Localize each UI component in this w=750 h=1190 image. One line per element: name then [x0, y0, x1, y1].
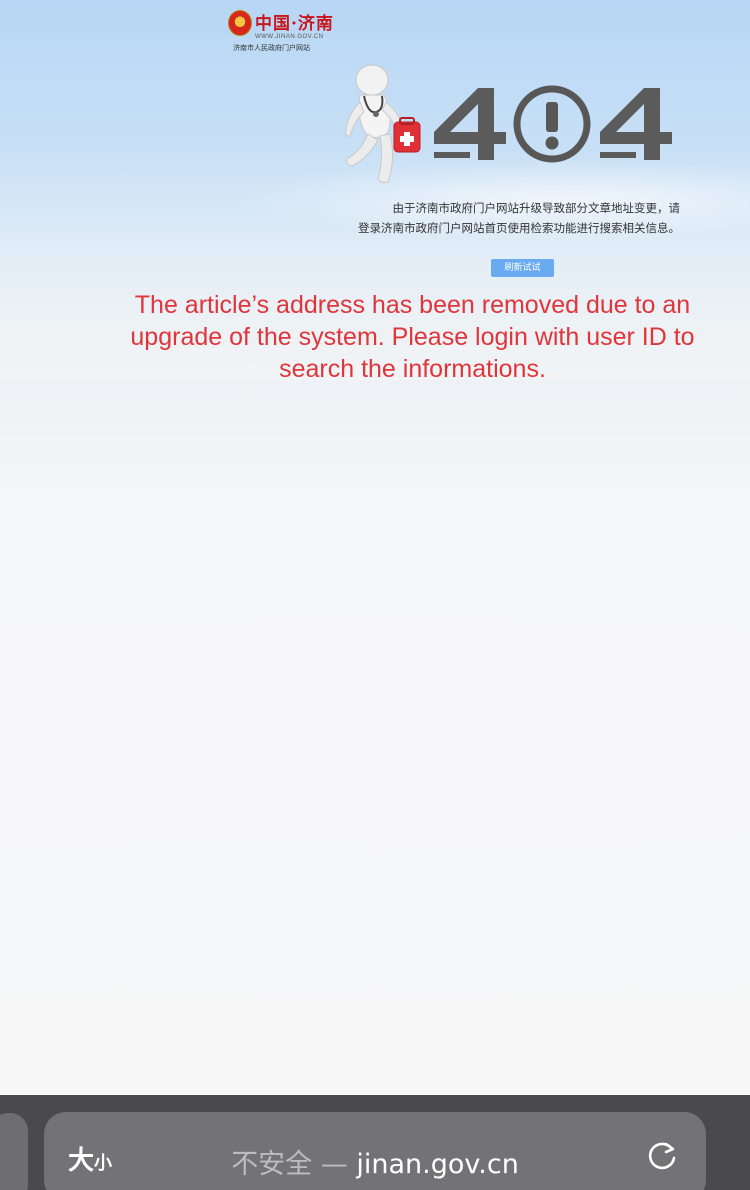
- browser-toolbar: 大小 不安全 — jinan.gov.cn: [0, 1095, 750, 1190]
- logo-url: WWW.JINAN.GOV.CN: [255, 34, 324, 40]
- retry-button[interactable]: 刷新试试: [491, 259, 554, 277]
- chinese-message-line-2: 登录济南市政府门户网站首页使用检索功能进行搜索相关信息。: [358, 221, 680, 235]
- chinese-error-message: 由于济南市政府门户网站升级导致部分文章地址变更，请 登录济南市政府门户网站首页使…: [330, 198, 680, 238]
- address-text[interactable]: 不安全 — jinan.gov.cn: [44, 1142, 706, 1181]
- page-blank-area: [0, 380, 750, 1095]
- adjacent-tab-peek[interactable]: [0, 1113, 28, 1190]
- site-logo[interactable]: 中国·济南 WWW.JINAN.GOV.CN 济南市人民政府门户网站: [228, 8, 338, 52]
- error-404-graphic: [434, 85, 672, 163]
- not-secure-label: 不安全 —: [231, 1149, 348, 1180]
- domain-label: jinan.gov.cn: [356, 1149, 519, 1180]
- logo-subtitle: 济南市人民政府门户网站: [233, 44, 310, 52]
- logo-title: 中国·济南: [255, 14, 334, 34]
- chinese-message-line-1: 由于济南市政府门户网站升级导致部分文章地址变更，请: [392, 201, 681, 215]
- page-header-area: 中国·济南 WWW.JINAN.GOV.CN 济南市人民政府门户网站 由于济南市…: [0, 0, 750, 380]
- running-doctor-illustration: [345, 64, 421, 183]
- address-bar[interactable]: 大小 不安全 — jinan.gov.cn: [44, 1112, 706, 1190]
- english-error-message: The article’s address has been removed d…: [130, 291, 695, 380]
- reload-icon[interactable]: [644, 1138, 680, 1174]
- national-emblem-icon: [228, 10, 252, 36]
